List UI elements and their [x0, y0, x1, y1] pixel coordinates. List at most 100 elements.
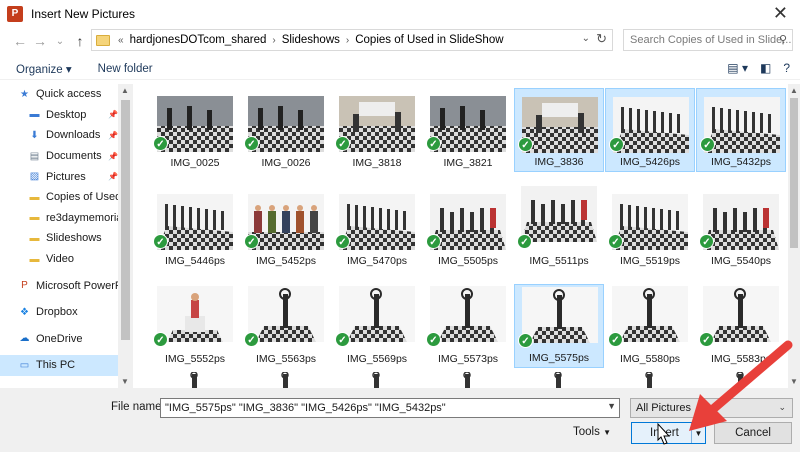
sidebar-item-quick-access[interactable]: ★ Quick access — [0, 84, 132, 105]
file-item[interactable]: ✓ IMG_5511ps — [514, 186, 604, 270]
thumbnail-image — [267, 371, 305, 388]
check-icon[interactable]: ✓ — [335, 136, 350, 151]
preview-pane-icon[interactable]: ◧ — [760, 61, 771, 75]
sidebar-item-dropbox[interactable]: ❖ Dropbox — [0, 302, 132, 323]
check-icon[interactable]: ✓ — [608, 234, 623, 249]
sidebar-item-video[interactable]: ▬ Video — [0, 249, 132, 270]
insert-button[interactable]: Insert ▼ — [631, 422, 706, 444]
file-item[interactable]: ✓ IMG_5569ps — [332, 284, 422, 368]
check-icon[interactable]: ✓ — [699, 332, 714, 347]
refresh-icon[interactable]: ↻ — [596, 31, 607, 47]
check-icon[interactable]: ✓ — [335, 234, 350, 249]
check-icon[interactable]: ✓ — [700, 137, 715, 152]
check-icon[interactable]: ✓ — [335, 332, 350, 347]
check-icon[interactable]: ✓ — [609, 137, 624, 152]
file-type-select[interactable]: All Pictures ⌄ — [630, 398, 793, 418]
file-item[interactable]: ✓ IMG_5426ps — [605, 88, 695, 172]
check-icon[interactable]: ✓ — [426, 332, 441, 347]
sidebar-item-onedrive[interactable]: ☁ OneDrive — [0, 329, 132, 350]
check-icon[interactable]: ✓ — [518, 333, 533, 348]
thumbnail-image — [176, 371, 214, 388]
file-grid-scrollbar[interactable]: ▲ ▼ — [788, 84, 800, 388]
check-icon[interactable]: ✓ — [699, 234, 714, 249]
file-item[interactable]: ✓ IMG_5580ps — [605, 284, 695, 368]
sidebar-scrollbar[interactable]: ▲ ▼ — [118, 84, 133, 388]
file-item[interactable]: ✓ IMG_5470ps — [332, 186, 422, 270]
cancel-button[interactable]: Cancel — [714, 422, 792, 444]
file-item[interactable]: ✓ IMG_5540ps — [696, 186, 786, 270]
chevron-down-icon[interactable]: ▼ — [607, 401, 616, 411]
file-item[interactable]: ✓ IMG_0026 — [241, 88, 331, 172]
file-name-caption: IMG_5552ps — [164, 353, 226, 365]
scroll-down-icon[interactable]: ▼ — [790, 377, 798, 386]
chevron-down-icon[interactable]: ⌄ — [778, 402, 786, 413]
breadcrumb-item[interactable]: Copies of Used in SlideShow — [355, 34, 503, 46]
sidebar-item-downloads[interactable]: ⬇ Downloads 📌 — [0, 125, 132, 146]
star-icon: ★ — [20, 88, 29, 100]
sidebar-item-slideshows[interactable]: ▬ Slideshows — [0, 228, 132, 249]
check-icon[interactable]: ✓ — [517, 234, 532, 249]
sidebar-item-microsoft-powerp[interactable]: P Microsoft PowerP — [0, 275, 132, 296]
check-icon[interactable]: ✓ — [244, 332, 259, 347]
forward-arrow-icon[interactable]: → — [30, 33, 50, 49]
scroll-down-icon[interactable]: ▼ — [121, 377, 129, 386]
recent-dropdown-icon[interactable]: ⌄ — [50, 36, 70, 47]
up-arrow-icon[interactable]: ↑ — [70, 33, 90, 49]
chevron-down-icon[interactable]: ⌄ — [582, 33, 590, 44]
file-item[interactable]: ✓ IMG_5446ps — [150, 186, 240, 270]
check-icon[interactable]: ✓ — [244, 234, 259, 249]
check-icon[interactable]: ✓ — [244, 136, 259, 151]
sidebar-item-desktop[interactable]: ▬ Desktop 📌 — [0, 105, 132, 126]
file-item[interactable]: ✓ IMG_5573ps — [423, 284, 513, 368]
file-item[interactable]: ✓ IMG_5575ps — [514, 284, 604, 368]
thumbnail-image — [430, 286, 506, 342]
address-bar[interactable]: « hardjonesDOTcom_shared › Slideshows › … — [91, 29, 613, 51]
sidebar-item-pictures[interactable]: ▨ Pictures 📌 — [0, 166, 132, 187]
thumbnail-image — [612, 286, 688, 342]
file-item[interactable]: ✓ IMG_3821 — [423, 88, 513, 172]
scrollbar-thumb[interactable] — [121, 100, 130, 340]
file-item[interactable]: ✓ IMG_5519ps — [605, 186, 695, 270]
check-icon[interactable]: ✓ — [153, 234, 168, 249]
tools-button[interactable]: Tools ▼ — [573, 426, 611, 438]
file-item[interactable]: ✓ IMG_5432ps — [696, 88, 786, 172]
thumbnail-image — [157, 194, 233, 250]
organize-button[interactable]: Organize ▾ — [16, 62, 72, 76]
file-name-input[interactable]: "IMG_5575ps" "IMG_3836" "IMG_5426ps" "IM… — [160, 398, 620, 418]
check-icon[interactable]: ✓ — [426, 234, 441, 249]
file-item[interactable]: ✓ IMG_0025 — [150, 88, 240, 172]
scroll-up-icon[interactable]: ▲ — [121, 86, 129, 95]
new-folder-button[interactable]: New folder — [98, 63, 153, 75]
sidebar-item-documents[interactable]: ▤ Documents 📌 — [0, 146, 132, 167]
breadcrumb-item[interactable]: hardjonesDOTcom_shared — [130, 34, 267, 46]
check-icon[interactable]: ✓ — [518, 137, 533, 152]
file-item[interactable]: ✓ IMG_5505ps — [423, 186, 513, 270]
chevron-right-icon[interactable]: › — [272, 35, 275, 46]
sidebar-item-copies-of-used-i[interactable]: ▬ Copies of Used i — [0, 187, 132, 208]
help-icon[interactable]: ? — [783, 61, 790, 75]
file-item[interactable]: ✓ IMG_5552ps — [150, 284, 240, 368]
chevron-right-icon[interactable]: › — [346, 35, 349, 46]
insert-label: Insert — [650, 427, 679, 439]
breadcrumb-overflow[interactable]: « — [118, 35, 124, 46]
file-item[interactable]: ✓ IMG_3836 — [514, 88, 604, 172]
file-item[interactable]: ✓ IMG_5563ps — [241, 284, 331, 368]
onedrive-icon: ☁ — [19, 333, 30, 345]
check-icon[interactable]: ✓ — [608, 332, 623, 347]
sidebar-item-this-pc[interactable]: ▭ This PC — [0, 355, 132, 376]
check-icon[interactable]: ✓ — [426, 136, 441, 151]
file-item[interactable]: ✓ IMG_3818 — [332, 88, 422, 172]
view-options-icon[interactable]: ▤ ▾ — [727, 61, 748, 75]
breadcrumb-item[interactable]: Slideshows — [282, 34, 340, 46]
close-icon[interactable]: ✕ — [773, 3, 788, 23]
search-input[interactable]: Search Copies of Used in Slide... ⚲ — [623, 29, 793, 51]
back-arrow-icon[interactable]: ← — [10, 33, 30, 49]
file-item[interactable]: ✓ IMG_5583ps — [696, 284, 786, 368]
check-icon[interactable]: ✓ — [153, 136, 168, 151]
scroll-up-icon[interactable]: ▲ — [790, 86, 798, 95]
sidebar-item-re3daymemorial[interactable]: ▬ re3daymemorial — [0, 208, 132, 229]
file-item[interactable]: ✓ IMG_5452ps — [241, 186, 331, 270]
insert-dropdown-icon[interactable]: ▼ — [691, 423, 705, 443]
scrollbar-thumb[interactable] — [790, 98, 798, 248]
check-icon[interactable]: ✓ — [153, 332, 168, 347]
